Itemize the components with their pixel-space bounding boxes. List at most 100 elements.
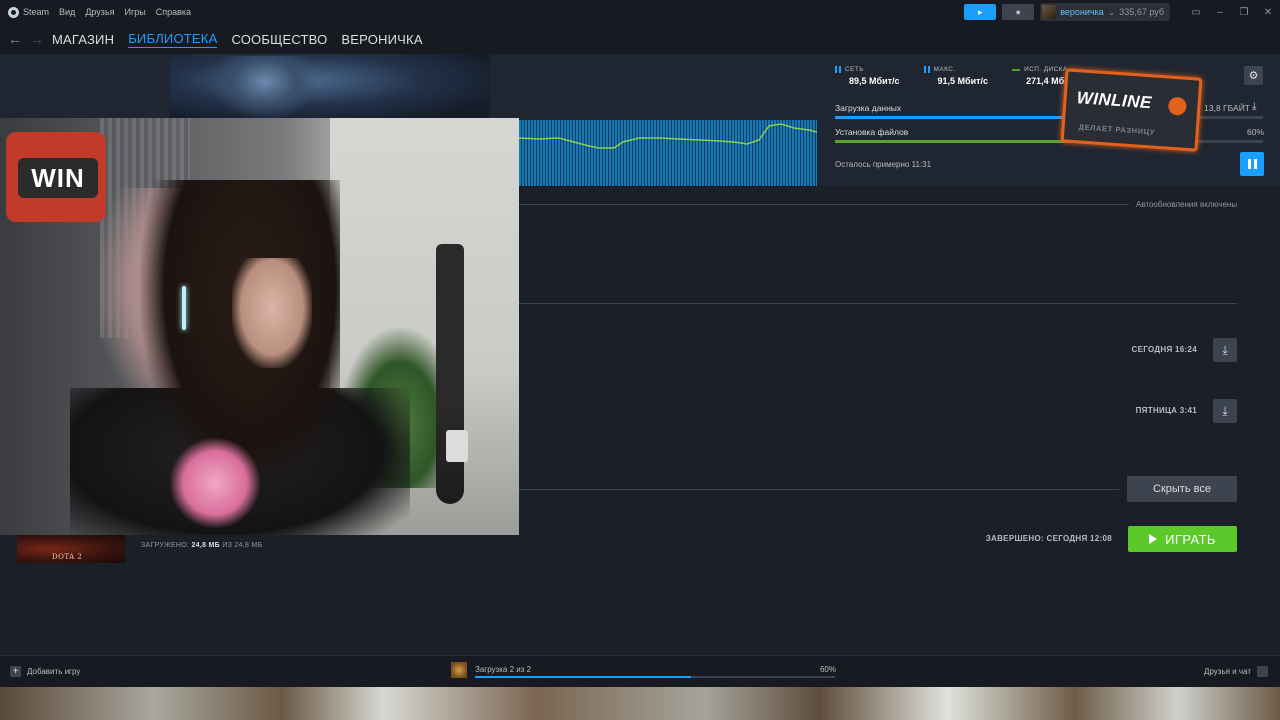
bell-icon: ● [1015,7,1021,17]
scheduled-time: СЕГОДНЯ 16:24 [1131,345,1197,354]
maximize-button[interactable]: ❐ [1232,0,1256,24]
chat-icon [1257,666,1268,677]
install-progress-fill [835,140,1092,143]
close-button[interactable]: ✕ [1256,0,1280,24]
time-remaining-value: 11:31 [911,160,932,169]
stat-max-value: 91,5 Мбит/с [937,76,989,86]
stat-network-label: СЕТЬ [845,66,864,73]
play-button[interactable]: ИГРАТЬ [1128,526,1237,552]
plus-icon: + [10,666,21,677]
download-data-label: Загрузка данных [835,103,902,113]
loaded-total: ИЗ 24,8 МБ [222,542,263,549]
minimize-button[interactable]: – [1208,0,1232,24]
completed-time: ЗАВЕРШЕНО: СЕГОДНЯ 12:08 [985,534,1112,543]
top-right-controls: ▸ ● вероничка ⌄ 335,67 руб ▭ – ❐ ✕ [964,0,1280,24]
download-icon: ⤓ [1222,342,1228,357]
menu-view[interactable]: Вид [59,7,75,17]
menu-steam[interactable]: Steam [8,6,50,18]
download-arrow-icon: ⤓ [1252,101,1257,112]
megaphone-icon: ▸ [977,6,983,17]
add-game-button[interactable]: + Добавить игру [10,666,80,677]
scheduled-time: ПЯТНИЦА 3:41 [1135,406,1197,415]
tab-community[interactable]: СООБЩЕСТВО [231,32,327,47]
loaded-value: 24,8 МБ [191,542,221,549]
webcam-guitar-pickguard [446,430,468,462]
install-files-label: Установка файлов [835,127,909,137]
disk-usage-line [519,123,817,149]
disk-line-icon [1012,68,1021,71]
tab-library[interactable]: БИБЛИОТЕКА [128,31,218,48]
announcements-button[interactable]: ▸ [964,4,997,20]
loaded-amount: ЗАГРУЖЕНО: 24,8 МБ ИЗ 24,8 МБ [141,542,262,549]
bottom-progress-track [475,676,835,678]
user-name: вероничка [1060,7,1104,17]
menu-games[interactable]: Игры [125,7,146,17]
account-menu[interactable]: вероничка ⌄ 335,67 руб [1040,3,1170,21]
download-percent: 60% [819,665,836,674]
section-divider-scheduled [519,303,1237,304]
stat-max: МАКС. 91,5 Мбит/с [923,66,989,86]
play-button-label: ИГРАТЬ [1165,531,1216,547]
stat-disk-label: ИСП. ДИСКА [1024,66,1068,73]
game-banner-figure [210,56,320,120]
stat-network: СЕТЬ 89,5 Мбит/с [835,66,900,86]
stat-network-value: 89,5 Мбит/с [849,76,900,86]
downloading-game-icon[interactable] [451,662,467,678]
install-progress-track [835,140,1263,143]
bottom-bar: + Добавить игру Загрузка 2 из 2 60% Друз… [0,655,1280,687]
close-icon: ✕ [1263,6,1273,18]
time-remaining-label: Осталось примерно [835,160,910,169]
notifications-button[interactable]: ● [1002,4,1035,20]
chevron-down-icon: ⌄ [1107,6,1116,17]
hide-all-button[interactable]: Скрыть все [1127,476,1237,502]
webcam-person-face [232,258,312,368]
section-divider-completed [519,489,1119,490]
winline-slogan: ДЕЛАЕТ РАЗНИЦУ [1078,122,1156,137]
download-settings-button[interactable]: ⚙ [1244,66,1263,85]
webcam-overlay: WIN [0,118,519,535]
download-icon: ⤓ [1222,403,1228,418]
pause-icon [1247,159,1251,169]
steam-logo-icon [8,6,19,18]
completed-game-logo-text: DOTA 2 [52,553,83,561]
webcam-headset-light [182,286,186,330]
wallet-balance: 335,67 руб [1119,7,1164,17]
webcam-flower [170,438,260,528]
auto-updates-status: Автообновления включены [1136,200,1238,209]
forward-arrow-icon[interactable]: → [30,31,44,47]
install-percent: 60% [1246,127,1264,137]
download-now-button[interactable]: ⤓ [1213,338,1237,362]
download-status[interactable]: Загрузка 2 из 2 [475,665,531,674]
winline-brand: WINLINE [1076,88,1153,113]
friends-chat-button[interactable]: Друзья и чат [1204,666,1268,677]
back-arrow-icon[interactable]: ← [8,31,22,47]
tab-store[interactable]: МАГАЗИН [52,32,114,47]
winline-dot-icon [1167,96,1187,116]
avatar [1042,5,1057,19]
network-graph [519,120,817,186]
play-icon [1149,534,1158,544]
menu-steam-label: Steam [23,7,50,17]
webcam-sign-text: WIN [18,158,98,198]
time-remaining: Осталось примерно 11:31 [835,160,931,169]
menu-friends[interactable]: Друзья [85,7,114,17]
menu-help[interactable]: Справка [156,7,191,17]
maximize-icon: ❐ [1239,6,1249,18]
pause-button[interactable] [1240,152,1264,176]
network-bar-icon [835,66,841,73]
webcam-guitar [436,244,464,504]
download-now-button[interactable]: ⤓ [1213,399,1237,423]
nav-bar: ← → МАГАЗИН БИБЛИОТЕКА СООБЩЕСТВО ВЕРОНИ… [0,24,1280,54]
gear-icon: ⚙ [1248,70,1259,82]
tab-profile[interactable]: ВЕРОНИЧКА [341,32,422,47]
add-game-label: Добавить игру [27,667,81,676]
bottom-progress-fill [475,676,691,678]
loaded-prefix: ЗАГРУЖЕНО: [141,542,190,549]
big-picture-button[interactable]: ▭ [1184,0,1208,24]
pause-icon-bar [1253,159,1257,169]
desktop-background [0,687,1280,720]
minimize-icon: – [1217,6,1223,18]
friends-chat-label: Друзья и чат [1204,667,1251,676]
winline-overlay-logo: WINLINE ДЕЛАЕТ РАЗНИЦУ [1060,68,1203,152]
monitor-icon: ▭ [1191,6,1201,18]
